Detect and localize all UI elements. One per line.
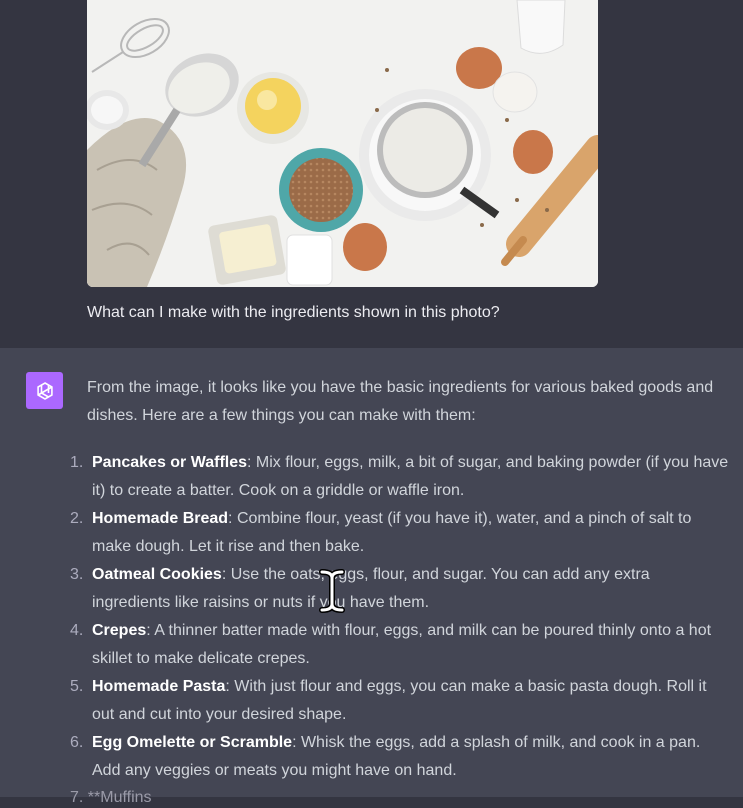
list-number: 4. (70, 622, 84, 639)
list-item: 1. Pancakes or Waffles: Mix flour, eggs,… (70, 449, 730, 505)
item-text: : A thinner batter made with flour, eggs… (92, 622, 712, 667)
item-title: Homemade Pasta (92, 678, 226, 695)
assistant-message: From the image, it looks like you have t… (0, 348, 743, 797)
list-item: 3. Oatmeal Cookies: Use the oats, eggs, … (70, 561, 730, 617)
list-item: 2. Homemade Bread: Combine flour, yeast … (70, 505, 730, 561)
list-item: 6. Egg Omelette or Scramble: Whisk the e… (70, 729, 730, 785)
openai-logo-icon (26, 372, 63, 409)
item-title: Crepes (92, 622, 147, 639)
user-prompt-text: What can I make with the ingredients sho… (87, 304, 500, 321)
uploaded-photo[interactable] (87, 0, 598, 287)
list-number: 1. (70, 454, 84, 471)
item-title: Egg Omelette or Scramble (92, 734, 293, 751)
list-number: 6. (70, 734, 84, 751)
item-title: Homemade Bread (92, 510, 229, 527)
list-number: 5. (70, 678, 84, 695)
list-item: 5. Homemade Pasta: With just flour and e… (70, 673, 730, 729)
list-number: 3. (70, 566, 84, 583)
list-number: 2. (70, 510, 84, 527)
user-message: What can I make with the ingredients sho… (0, 0, 743, 348)
response-intro: From the image, it looks like you have t… (87, 379, 714, 424)
truncated-list-item: 7. **Muffins (70, 789, 152, 806)
item-title: Pancakes or Waffles (92, 454, 248, 471)
item-title: Oatmeal Cookies (92, 566, 222, 583)
text-cursor-icon (317, 568, 347, 614)
list-item: 4. Crepes: A thinner batter made with fl… (70, 617, 730, 673)
suggestion-list: 1. Pancakes or Waffles: Mix flour, eggs,… (70, 449, 730, 785)
